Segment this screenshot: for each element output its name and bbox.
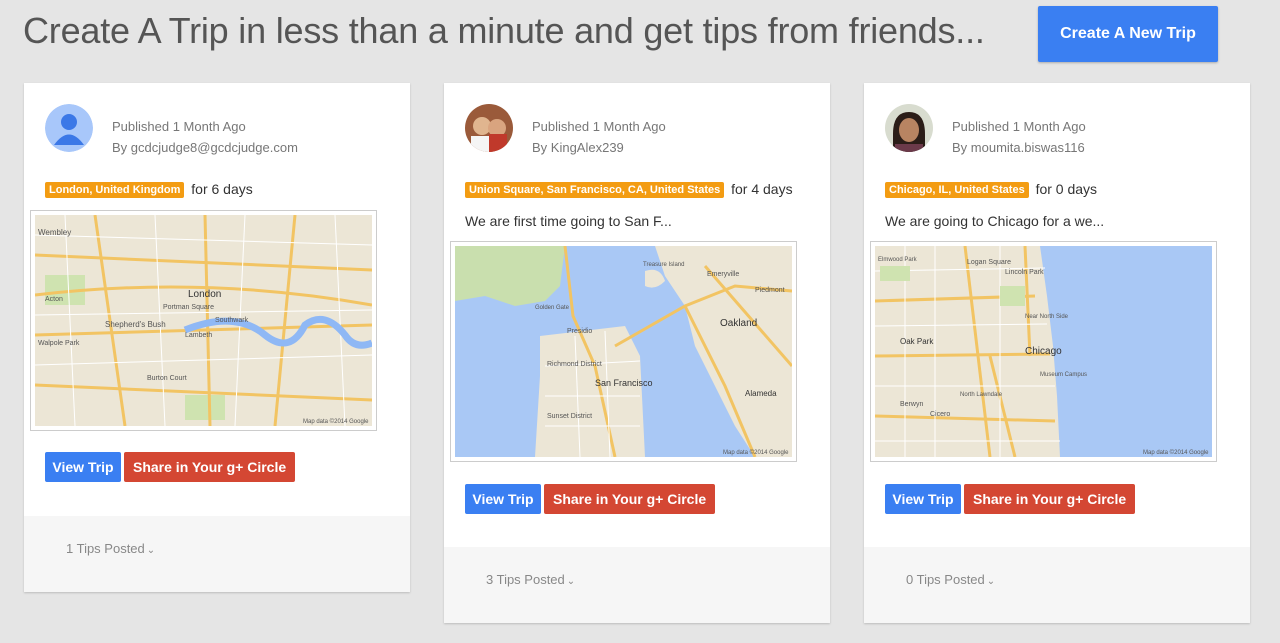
map-label-burton-court: Burton Court	[147, 375, 187, 382]
location-badge[interactable]: Chicago, IL, United States	[885, 182, 1029, 198]
trip-card: Published 1 Month Ago By gcdcjudge8@gcdc…	[24, 83, 410, 592]
map-label-southwark: Southwark	[215, 317, 249, 324]
map-label-near-north-side: Near North Side	[1025, 314, 1069, 320]
map-label-golden-gate: Golden Gate	[535, 305, 570, 311]
tips-posted-toggle[interactable]: 1 Tips Posted ⌄	[66, 541, 155, 556]
tips-posted-label: 1 Tips Posted	[66, 541, 145, 556]
map-label-london: London	[188, 289, 221, 300]
map-label-logan-square: Logan Square	[967, 259, 1011, 266]
map-label-emeryville: Emeryville	[707, 271, 739, 278]
page-headline: Create A Trip in less than a minute and …	[23, 10, 985, 51]
trip-map[interactable]: Wembley Shepherd's Bush Walpole Park Act…	[30, 210, 377, 431]
trip-map[interactable]: Golden Gate Presidio Richmond District S…	[450, 241, 797, 462]
share-gplus-button[interactable]: Share in Your g+ Circle	[124, 452, 296, 482]
published-text: Published 1 Month Ago	[112, 119, 246, 134]
trip-description: We are first time going to San F...	[465, 213, 672, 229]
tips-posted-toggle[interactable]: 3 Tips Posted ⌄	[486, 572, 575, 587]
avatar	[465, 104, 513, 152]
tips-posted-toggle[interactable]: 0 Tips Posted ⌄	[906, 572, 995, 587]
author-text: By KingAlex239	[532, 140, 624, 155]
map-attribution: Map data ©2014 Google	[1143, 449, 1209, 456]
trip-card: Published 1 Month Ago By KingAlex239 Uni…	[444, 83, 830, 623]
duration-text: for 4 days	[731, 181, 793, 197]
trip-map[interactable]: Elmwood Park Logan Square Lincoln Park O…	[870, 241, 1217, 462]
view-trip-button[interactable]: View Trip	[45, 452, 121, 482]
view-trip-button[interactable]: View Trip	[885, 484, 961, 514]
map-label-cicero: Cicero	[930, 411, 950, 418]
map-attribution: Map data ©2014 Google	[303, 418, 369, 425]
location-badge[interactable]: Union Square, San Francisco, CA, United …	[465, 182, 725, 198]
chevron-down-icon: ⌄	[566, 576, 576, 587]
chevron-down-icon: ⌄	[986, 576, 996, 587]
user-photo-icon	[885, 104, 933, 152]
view-trip-button[interactable]: View Trip	[465, 484, 541, 514]
create-new-trip-button[interactable]: Create A New Trip	[1038, 6, 1218, 62]
default-user-icon	[45, 104, 93, 152]
location-badge[interactable]: London, United Kingdom	[45, 182, 185, 198]
chevron-down-icon: ⌄	[146, 545, 156, 556]
author-text: By moumita.biswas116	[952, 140, 1085, 155]
map-label-alameda: Alameda	[745, 389, 777, 398]
map-label-piedmont: Piedmont	[755, 287, 785, 294]
location-row: Union Square, San Francisco, CA, United …	[465, 181, 793, 198]
card-footer: 0 Tips Posted ⌄	[864, 547, 1250, 623]
card-actions: View Trip Share in Your g+ Circle	[465, 484, 716, 514]
duration-text: for 0 days	[1035, 181, 1098, 197]
tips-posted-label: 0 Tips Posted	[906, 572, 985, 587]
map-label-lincoln-park: Lincoln Park	[1005, 269, 1044, 276]
map-label-oakland: Oakland	[720, 318, 757, 329]
trip-card: Published 1 Month Ago By moumita.biswas1…	[864, 83, 1250, 623]
map-label-san-francisco: San Francisco	[595, 378, 653, 388]
page-header: Create A Trip in less than a minute and …	[0, 0, 1280, 70]
map-label-chicago: Chicago	[1025, 346, 1062, 357]
map-label-richmond-district: Richmond District	[547, 361, 602, 368]
card-footer: 3 Tips Posted ⌄	[444, 547, 830, 623]
map-label-north-lawndale: North Lawndale	[960, 392, 1003, 398]
card-actions: View Trip Share in Your g+ Circle	[885, 484, 1136, 514]
map-label-lambeth: Lambeth	[185, 332, 212, 339]
published-text: Published 1 Month Ago	[952, 119, 1086, 134]
trip-description: We are going to Chicago for a we...	[885, 213, 1105, 229]
avatar	[885, 104, 933, 152]
avatar	[45, 104, 93, 152]
map-label-oak-park: Oak Park	[900, 337, 934, 346]
published-text: Published 1 Month Ago	[532, 119, 666, 134]
duration-text: for 6 days	[191, 181, 253, 197]
map-label-walpole-park: Walpole Park	[38, 340, 80, 347]
map-label-elmwood-park: Elmwood Park	[878, 257, 918, 263]
card-actions: View Trip Share in Your g+ Circle	[45, 452, 296, 482]
location-row: Chicago, IL, United States for 0 days	[885, 181, 1097, 198]
map-label-presidio: Presidio	[567, 328, 592, 335]
card-footer: 1 Tips Posted ⌄	[24, 516, 410, 592]
map-label-berwyn: Berwyn	[900, 401, 923, 408]
map-label-acton: Acton	[45, 296, 63, 303]
map-label-museum-campus: Museum Campus	[1040, 372, 1087, 378]
map-label-portman-square: Portman Square	[163, 304, 214, 311]
map-label-wembley: Wembley	[38, 228, 71, 237]
user-photo-icon	[465, 104, 513, 152]
map-label-sunset-district: Sunset District	[547, 413, 592, 420]
share-gplus-button[interactable]: Share in Your g+ Circle	[544, 484, 716, 514]
share-gplus-button[interactable]: Share in Your g+ Circle	[964, 484, 1136, 514]
map-label-shepherds-bush: Shepherd's Bush	[105, 320, 166, 329]
author-text: By gcdcjudge8@gcdcjudge.com	[112, 140, 298, 155]
map-label-treasure-island: Treasure Island	[643, 262, 684, 268]
location-row: London, United Kingdom for 6 days	[45, 181, 253, 198]
tips-posted-label: 3 Tips Posted	[486, 572, 565, 587]
map-attribution: Map data ©2014 Google	[723, 449, 789, 456]
